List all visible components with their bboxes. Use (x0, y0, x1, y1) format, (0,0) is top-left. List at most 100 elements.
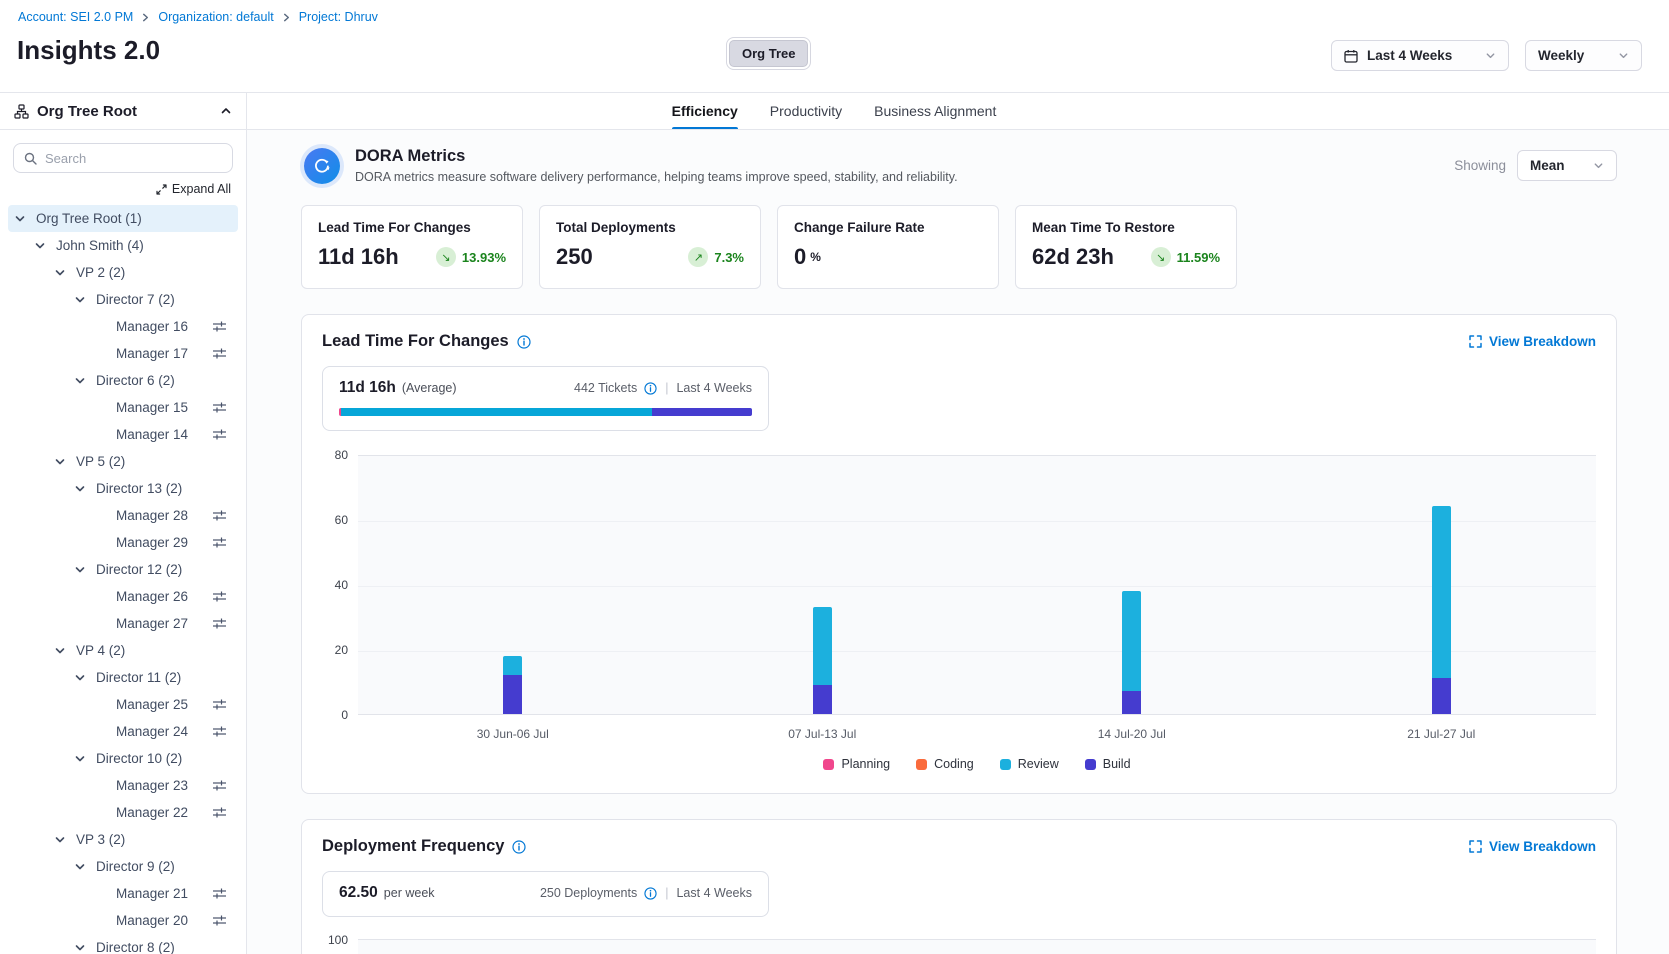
tab-productivity[interactable]: Productivity (770, 93, 842, 129)
chevron-down-icon[interactable] (54, 456, 76, 468)
filter-sliders-icon[interactable] (212, 590, 227, 603)
info-icon[interactable] (644, 887, 657, 900)
search-input[interactable] (45, 151, 222, 166)
stacked-bar[interactable] (1432, 506, 1451, 714)
chevron-down-icon[interactable] (54, 834, 76, 846)
tree-item[interactable]: Director 7 (2) (8, 286, 238, 313)
filter-sliders-icon[interactable] (212, 725, 227, 738)
time-range-select[interactable]: Last 4 Weeks (1331, 40, 1509, 71)
chevron-down-icon[interactable] (74, 564, 96, 576)
tree-item[interactable]: Manager 24 (8, 718, 238, 745)
tree-item[interactable]: Director 8 (2) (8, 934, 238, 954)
breadcrumb-link[interactable]: Project: Dhruv (299, 10, 378, 24)
tree-item[interactable]: Manager 28 (8, 502, 238, 529)
org-tree-sidebar: Org Tree Root Expand All Org Tree Root (… (0, 93, 247, 954)
expand-all-button[interactable]: Expand All (0, 173, 246, 201)
tree-item[interactable]: Manager 21 (8, 880, 238, 907)
tree-item[interactable]: VP 5 (2) (8, 448, 238, 475)
expand-all-label: Expand All (172, 182, 231, 196)
tree-item[interactable]: Manager 22 (8, 799, 238, 826)
bar-segment-build (1122, 691, 1141, 714)
metric-trend: ↘ 13.93% (436, 247, 506, 267)
tree-item[interactable]: VP 2 (2) (8, 259, 238, 286)
legend-swatch (823, 759, 834, 770)
filter-sliders-icon[interactable] (212, 914, 227, 927)
content-area: DORA Metrics DORA metrics measure softwa… (247, 130, 1669, 954)
tree-item-label: Director 6 (2) (96, 373, 175, 388)
info-icon[interactable] (517, 335, 531, 349)
stacked-bar[interactable] (1122, 591, 1141, 715)
legend-item[interactable]: Planning (823, 757, 890, 771)
x-axis: 30 Jun-06 Jul07 Jul-13 Jul14 Jul-20 Jul2… (358, 727, 1596, 741)
filter-sliders-icon[interactable] (212, 779, 227, 792)
tree-item[interactable]: Org Tree Root (1) (8, 205, 238, 232)
org-tree-button[interactable]: Org Tree (729, 40, 808, 67)
tree-item[interactable]: Director 6 (2) (8, 367, 238, 394)
filter-sliders-icon[interactable] (212, 617, 227, 630)
tree-item[interactable]: Director 10 (2) (8, 745, 238, 772)
filter-sliders-icon[interactable] (212, 536, 227, 549)
tree-item[interactable]: Manager 16 (8, 313, 238, 340)
filter-sliders-icon[interactable] (212, 401, 227, 414)
tree-item[interactable]: Director 12 (2) (8, 556, 238, 583)
tree-item[interactable]: Manager 27 (8, 610, 238, 637)
showing-select[interactable]: Mean (1517, 150, 1617, 181)
chevron-down-icon[interactable] (74, 942, 96, 954)
view-breakdown-link[interactable]: View Breakdown (1469, 839, 1596, 854)
filter-sliders-icon[interactable] (212, 320, 227, 333)
chevron-down-icon[interactable] (74, 753, 96, 765)
tree-item[interactable]: Manager 17 (8, 340, 238, 367)
y-axis-tick-label: 80 (335, 448, 348, 462)
chevron-down-icon[interactable] (34, 240, 56, 252)
breadcrumb-link[interactable]: Account: SEI 2.0 PM (18, 10, 133, 24)
stacked-bar[interactable] (813, 607, 832, 714)
tree-item[interactable]: Manager 23 (8, 772, 238, 799)
filter-sliders-icon[interactable] (212, 428, 227, 441)
breadcrumb-link[interactable]: Organization: default (158, 10, 273, 24)
tree-item[interactable]: John Smith (4) (8, 232, 238, 259)
chevron-down-icon[interactable] (74, 375, 96, 387)
tree-item[interactable]: Manager 15 (8, 394, 238, 421)
chevron-down-icon[interactable] (74, 861, 96, 873)
tree-item[interactable]: Manager 26 (8, 583, 238, 610)
filter-sliders-icon[interactable] (212, 806, 227, 819)
divider: | (664, 886, 669, 900)
chevron-down-icon[interactable] (74, 294, 96, 306)
filter-sliders-icon[interactable] (212, 509, 227, 522)
filter-sliders-icon[interactable] (212, 698, 227, 711)
filter-sliders-icon[interactable] (212, 347, 227, 360)
tree-item-label: Manager 21 (116, 886, 188, 901)
chevron-down-icon[interactable] (74, 483, 96, 495)
tree-item[interactable]: Director 13 (2) (8, 475, 238, 502)
chevron-down-icon[interactable] (14, 213, 36, 225)
legend-item[interactable]: Coding (916, 757, 974, 771)
legend-item[interactable]: Review (1000, 757, 1059, 771)
chevron-up-icon[interactable] (220, 105, 232, 117)
tab-business-alignment[interactable]: Business Alignment (874, 93, 996, 129)
tree-item[interactable]: Director 9 (2) (8, 853, 238, 880)
tree-item[interactable]: Manager 14 (8, 421, 238, 448)
info-icon[interactable] (512, 840, 526, 854)
plot-area (358, 455, 1596, 715)
view-breakdown-link[interactable]: View Breakdown (1469, 334, 1596, 349)
tree-item[interactable]: Manager 25 (8, 691, 238, 718)
tab-efficiency[interactable]: Efficiency (672, 93, 738, 129)
granularity-select[interactable]: Weekly (1525, 40, 1642, 71)
lead-time-title: Lead Time For Changes (322, 332, 509, 351)
tree-item[interactable]: Director 11 (2) (8, 664, 238, 691)
chevron-down-icon[interactable] (54, 645, 76, 657)
search-icon (24, 152, 37, 165)
filter-sliders-icon[interactable] (212, 887, 227, 900)
info-icon[interactable] (644, 382, 657, 395)
legend-item[interactable]: Build (1085, 757, 1131, 771)
dora-metric-cards: Lead Time For Changes 11d 16h ↘ 13.93% T… (301, 205, 1617, 289)
stacked-bar[interactable] (503, 656, 522, 715)
chevron-down-icon[interactable] (54, 267, 76, 279)
tree-item[interactable]: Manager 20 (8, 907, 238, 934)
deployment-rate-value: 62.50 (339, 884, 378, 902)
tree-item[interactable]: VP 3 (2) (8, 826, 238, 853)
tree-item-label: Director 11 (2) (96, 670, 181, 685)
tree-item[interactable]: Manager 29 (8, 529, 238, 556)
tree-item[interactable]: VP 4 (2) (8, 637, 238, 664)
chevron-down-icon[interactable] (74, 672, 96, 684)
